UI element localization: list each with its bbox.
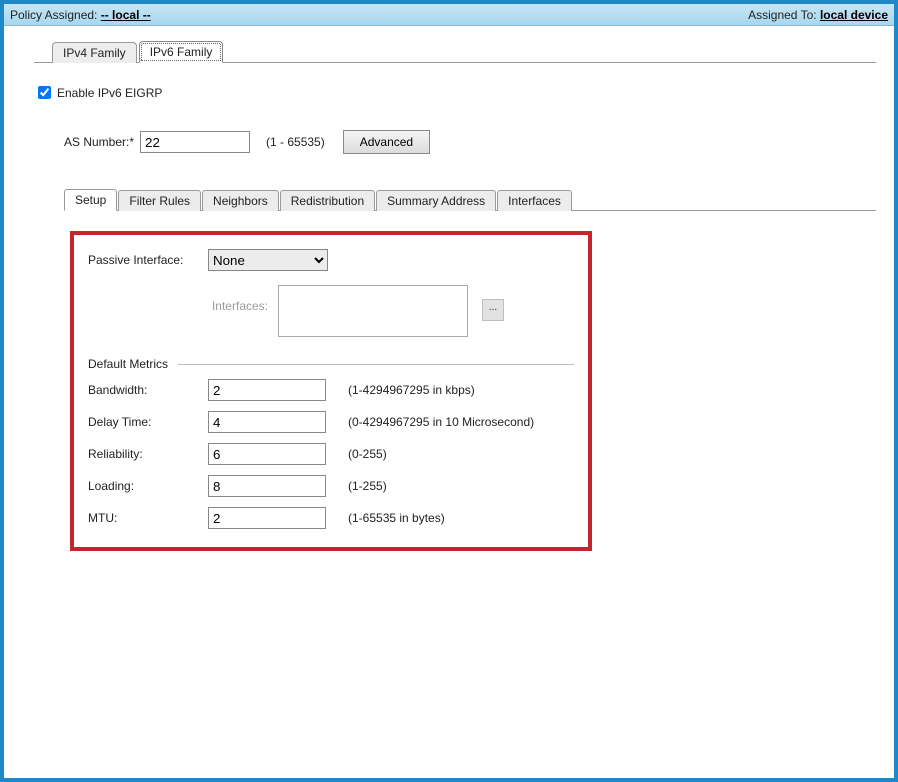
as-number-label: AS Number:* xyxy=(64,135,134,149)
enable-ipv6-eigrp-row: Enable IPv6 EIGRP xyxy=(34,83,876,102)
subtab-setup[interactable]: Setup xyxy=(64,189,117,211)
setup-highlight-box: Passive Interface: None Interfaces: ... xyxy=(70,231,592,551)
as-number-input[interactable] xyxy=(140,131,250,153)
mtu-hint: (1-65535 in bytes) xyxy=(348,511,445,525)
mtu-label: MTU: xyxy=(88,511,208,525)
assigned-to-link[interactable]: local device xyxy=(820,8,888,22)
family-tabstrip: IPv4 Family IPv6 Family xyxy=(52,40,876,62)
delay-hint: (0-4294967295 in 10 Microsecond) xyxy=(348,415,534,429)
subtab-neighbors[interactable]: Neighbors xyxy=(202,190,279,211)
enable-ipv6-eigrp-checkbox[interactable] xyxy=(38,86,51,99)
loading-row: Loading: (1-255) xyxy=(88,475,574,497)
setup-body: Passive Interface: None Interfaces: ... xyxy=(64,211,876,571)
reliability-hint: (0-255) xyxy=(348,447,387,461)
subtab-panel: Passive Interface: None Interfaces: ... xyxy=(64,210,876,571)
mtu-input[interactable] xyxy=(208,507,326,529)
reliability-label: Reliability: xyxy=(88,447,208,461)
interfaces-browse-button[interactable]: ... xyxy=(482,299,504,321)
assigned-to: Assigned To: local device xyxy=(748,8,888,22)
subtab-summary-address[interactable]: Summary Address xyxy=(376,190,496,211)
content-area: IPv4 Family IPv6 Family Enable IPv6 EIGR… xyxy=(4,26,894,571)
bandwidth-hint: (1-4294967295 in kbps) xyxy=(348,383,475,397)
assigned-to-label: Assigned To: xyxy=(748,8,817,22)
title-bar: Policy Assigned: -- local -- Assigned To… xyxy=(4,4,894,26)
subtabstrip: Setup Filter Rules Neighbors Redistribut… xyxy=(64,188,876,210)
mtu-row: MTU: (1-65535 in bytes) xyxy=(88,507,574,529)
bandwidth-input[interactable] xyxy=(208,379,326,401)
policy-assigned: Policy Assigned: -- local -- xyxy=(10,8,151,22)
passive-interface-label: Passive Interface: xyxy=(88,253,208,267)
as-number-hint: (1 - 65535) xyxy=(266,135,325,149)
loading-label: Loading: xyxy=(88,479,208,493)
subtabs-wrap: Setup Filter Rules Neighbors Redistribut… xyxy=(64,188,876,571)
policy-assigned-link[interactable]: -- local -- xyxy=(101,8,151,22)
interfaces-row: Interfaces: ... xyxy=(88,285,574,337)
policy-assigned-label: Policy Assigned: xyxy=(10,8,97,22)
enable-ipv6-eigrp-label: Enable IPv6 EIGRP xyxy=(57,86,162,100)
reliability-row: Reliability: (0-255) xyxy=(88,443,574,465)
family-tab-panel: Enable IPv6 EIGRP AS Number:* (1 - 65535… xyxy=(34,62,876,571)
tab-ipv4-family[interactable]: IPv4 Family xyxy=(52,42,137,63)
delay-label: Delay Time: xyxy=(88,415,208,429)
as-number-row: AS Number:* (1 - 65535) Advanced xyxy=(64,130,876,154)
interfaces-listbox[interactable] xyxy=(278,285,468,337)
tab-ipv6-family[interactable]: IPv6 Family xyxy=(139,41,224,63)
app-frame: Policy Assigned: -- local -- Assigned To… xyxy=(0,0,898,782)
subtab-interfaces[interactable]: Interfaces xyxy=(497,190,572,211)
subtab-redistribution[interactable]: Redistribution xyxy=(280,190,375,211)
delay-row: Delay Time: (0-4294967295 in 10 Microsec… xyxy=(88,411,574,433)
bandwidth-label: Bandwidth: xyxy=(88,383,208,397)
reliability-input[interactable] xyxy=(208,443,326,465)
advanced-button[interactable]: Advanced xyxy=(343,130,430,154)
loading-input[interactable] xyxy=(208,475,326,497)
default-metrics-divider xyxy=(178,364,574,365)
passive-interface-row: Passive Interface: None xyxy=(88,249,574,271)
default-metrics-title: Default Metrics xyxy=(88,357,168,371)
delay-input[interactable] xyxy=(208,411,326,433)
bandwidth-row: Bandwidth: (1-4294967295 in kbps) xyxy=(88,379,574,401)
passive-interface-select[interactable]: None xyxy=(208,249,328,271)
loading-hint: (1-255) xyxy=(348,479,387,493)
default-metrics-header: Default Metrics xyxy=(88,357,574,371)
subtab-filter-rules[interactable]: Filter Rules xyxy=(118,190,201,211)
interfaces-label: Interfaces: xyxy=(88,285,278,313)
